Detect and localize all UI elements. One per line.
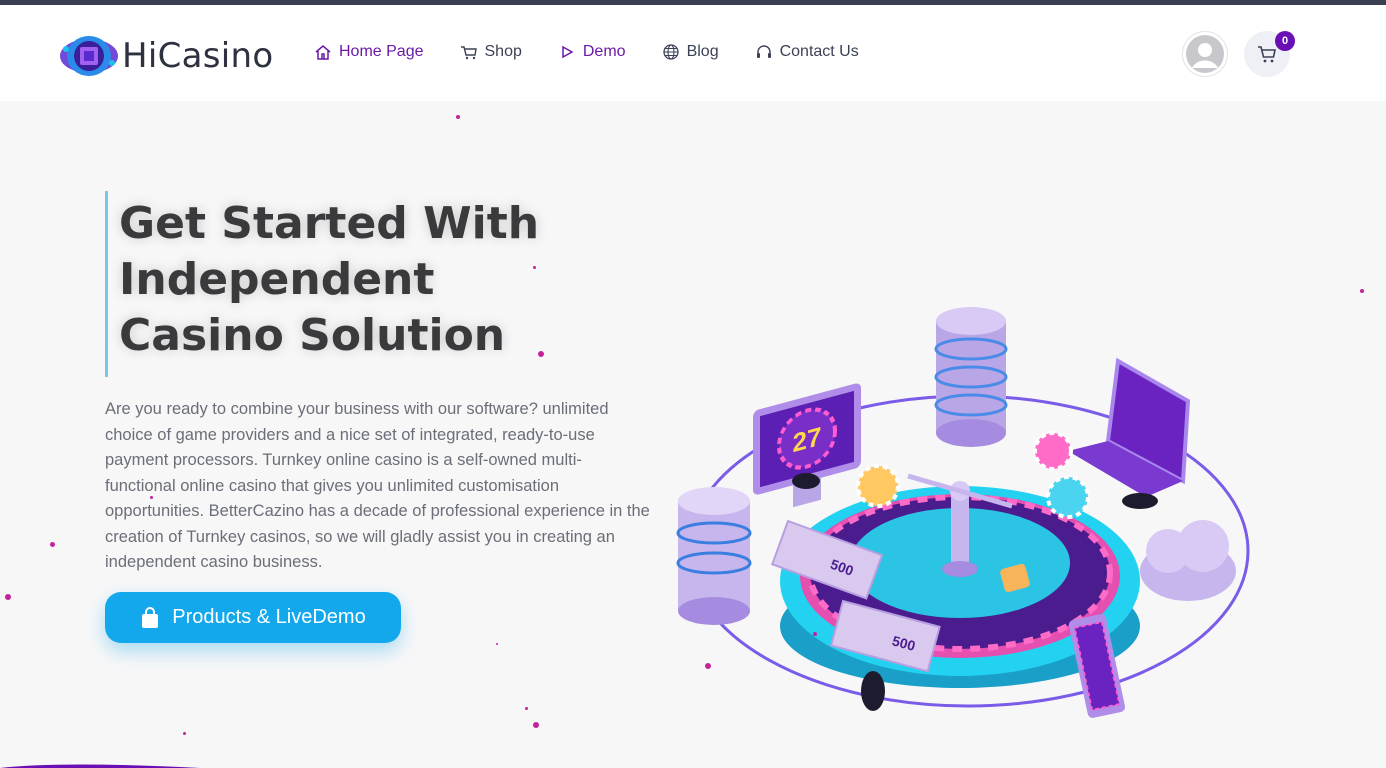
nav-item-label: Blog [686, 43, 719, 60]
decor-dot [533, 266, 536, 269]
shopping-bag-icon [142, 606, 159, 628]
cart-icon [1258, 46, 1276, 63]
nav-item-label: Contact Us [779, 43, 859, 60]
products-livedemo-button[interactable]: Products & LiveDemo [105, 592, 401, 643]
brand-name: HiCasino [122, 36, 274, 76]
decor-dot [813, 632, 817, 636]
decor-dot [456, 115, 460, 119]
hero-description: Are you ready to combine your business w… [105, 400, 650, 571]
decor-dot [50, 542, 55, 547]
nav-item-label: Demo [582, 43, 626, 60]
casino-roulette-illustration: 500 500 27 [676, 307, 1250, 718]
nav-item-demo[interactable]: Demo [558, 43, 626, 61]
nav-item-label: Home Page [339, 43, 424, 60]
decor-dot [525, 707, 528, 710]
globe-icon [662, 43, 680, 61]
nav-item-contact-us[interactable]: Contact Us [755, 43, 859, 61]
hero-title-block: Get Started With Independent Casino Solu… [105, 191, 589, 377]
decor-dot [705, 663, 711, 669]
hero-section: Get Started With Independent Casino Solu… [0, 101, 1386, 768]
nav-item-shop[interactable]: Shop [460, 43, 522, 61]
chip-logo-icon [60, 36, 118, 76]
brand-logo[interactable]: HiCasino [58, 31, 274, 81]
nav-item-blog[interactable]: Blog [662, 43, 719, 61]
decor-dot [533, 722, 539, 728]
decor-dot [538, 351, 544, 357]
cta-label: Products & LiveDemo [172, 606, 366, 628]
decor-dot [183, 732, 186, 735]
user-account-button[interactable] [1182, 31, 1228, 77]
main-nav: Home Page Shop Demo Blog Contact Us [314, 43, 895, 61]
headset-icon [755, 43, 773, 61]
nav-item-label: Shop [484, 43, 522, 60]
bottom-decor-swoosh [0, 764, 200, 768]
decor-dot [5, 594, 11, 600]
home-icon [314, 43, 332, 61]
site-header: HiCasino Home Page Shop Demo Blog Contac… [0, 5, 1386, 101]
nav-item-home-page[interactable]: Home Page [314, 43, 424, 61]
decor-dot [150, 496, 153, 499]
decor-dot [496, 643, 498, 645]
cart-count-badge: 0 [1275, 31, 1295, 51]
hero-title: Get Started With Independent Casino Solu… [119, 198, 540, 361]
cart-icon [460, 43, 478, 61]
user-avatar-icon [1186, 35, 1224, 73]
play-icon [558, 43, 576, 61]
decor-dot [1360, 289, 1364, 293]
